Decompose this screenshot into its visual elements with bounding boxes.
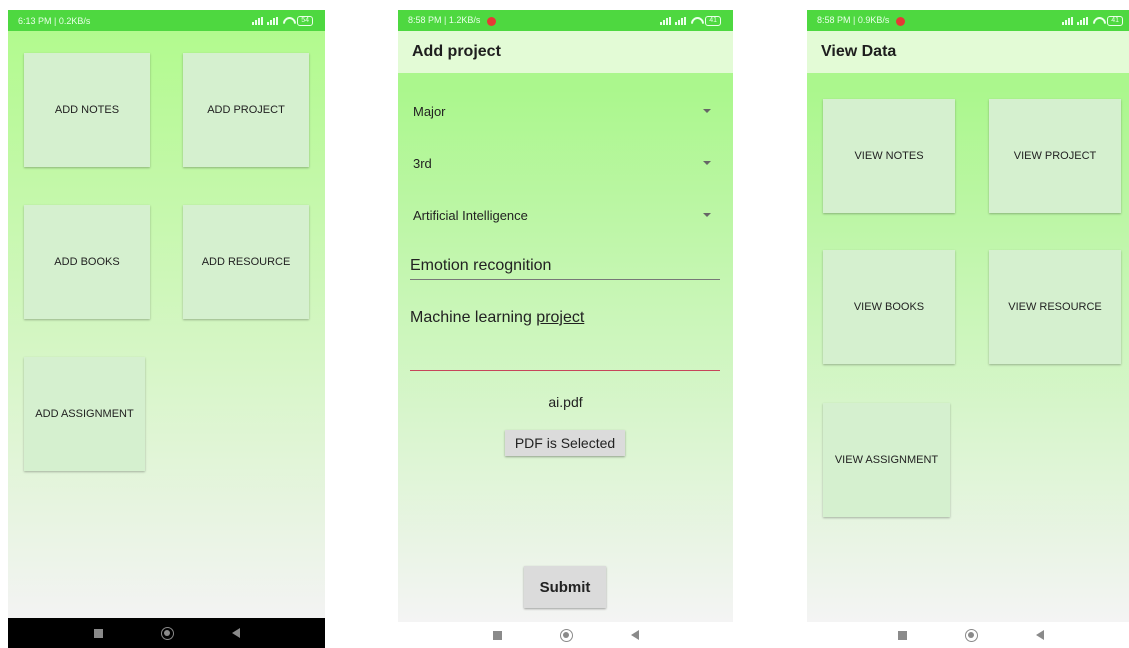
dropdown-caret-icon [703, 109, 711, 113]
add-menu-screen: ADD NOTES ADD PROJECT ADD BOOKS ADD RESO… [8, 31, 325, 618]
semester-dropdown[interactable]: 3rd [413, 152, 711, 174]
phone-add-project: 8:58 PM | 1.2KB/s 41 Add project Major 3… [398, 10, 733, 648]
add-notes-button[interactable]: ADD NOTES [24, 53, 150, 167]
signal-icon [660, 16, 672, 25]
select-pdf-button[interactable]: PDF is Selected [505, 430, 625, 456]
view-resource-button[interactable]: VIEW RESOURCE [989, 250, 1121, 364]
battery-icon: 54 [297, 15, 313, 26]
navigation-bar [398, 622, 733, 648]
status-bar: 8:58 PM | 0.9KB/s 41 [807, 10, 1129, 31]
page-title: View Data [807, 31, 1129, 73]
page-title: Add project [398, 31, 733, 73]
project-title-value: Emotion recognition [410, 257, 552, 274]
status-time: 6:13 PM | 0.2KB/s [18, 15, 91, 26]
wifi-icon [282, 17, 293, 25]
project-title-field[interactable]: Emotion recognition [410, 257, 720, 280]
battery-icon: 41 [705, 15, 721, 26]
nav-back-icon[interactable] [1036, 630, 1044, 640]
nav-back-icon[interactable] [231, 628, 240, 638]
status-time: 8:58 PM | 1.2KB/s [408, 15, 481, 26]
add-books-button[interactable]: ADD BOOKS [24, 205, 150, 319]
view-project-button[interactable]: VIEW PROJECT [989, 99, 1121, 213]
status-time: 8:58 PM | 0.9KB/s [817, 15, 890, 26]
add-assignment-button[interactable]: ADD ASSIGNMENT [24, 357, 145, 471]
nav-home-icon[interactable] [965, 628, 978, 642]
add-project-button[interactable]: ADD PROJECT [183, 53, 309, 167]
signal-icon [1062, 16, 1074, 25]
navigation-bar [8, 618, 325, 648]
description-text: Machine learning [410, 309, 537, 326]
selected-file-name: ai.pdf [548, 394, 583, 410]
nav-recents-icon[interactable] [93, 628, 103, 638]
nav-recents-icon[interactable] [492, 630, 502, 640]
view-notes-button[interactable]: VIEW NOTES [823, 99, 955, 213]
signal-icon [267, 16, 279, 25]
view-data-screen: View Data VIEW NOTES VIEW PROJECT VIEW B… [807, 31, 1129, 622]
add-resource-button[interactable]: ADD RESOURCE [183, 205, 309, 319]
nav-recents-icon[interactable] [898, 630, 907, 640]
view-books-button[interactable]: VIEW BOOKS [823, 250, 955, 364]
dropdown-caret-icon [703, 213, 711, 217]
description-underlined-word: project [536, 309, 585, 326]
nav-home-icon[interactable] [160, 626, 174, 640]
nav-back-icon[interactable] [630, 630, 639, 640]
status-bar: 6:13 PM | 0.2KB/s 54 [8, 10, 325, 31]
signal-icon [1077, 16, 1089, 25]
status-bar: 8:58 PM | 1.2KB/s 41 [398, 10, 733, 31]
dropdown-value: Major [413, 103, 446, 119]
phone-view-data: 8:58 PM | 0.9KB/s 41 View Data VIEW NOTE… [807, 10, 1129, 648]
record-icon [895, 16, 905, 26]
signal-icon [675, 16, 687, 25]
wifi-icon [1092, 17, 1103, 25]
type-dropdown[interactable]: Major [413, 100, 711, 122]
submit-button[interactable]: Submit [524, 566, 606, 608]
subject-dropdown[interactable]: Artificial Intelligence [413, 204, 711, 226]
battery-icon: 41 [1107, 15, 1123, 26]
record-icon [486, 16, 496, 26]
dropdown-caret-icon [703, 161, 711, 165]
view-assignment-button[interactable]: VIEW ASSIGNMENT [823, 403, 950, 517]
phone-add-menu: 6:13 PM | 0.2KB/s 54 ADD NOTES ADD PROJE… [8, 10, 325, 648]
navigation-bar [807, 622, 1129, 648]
wifi-icon [690, 17, 701, 25]
dropdown-value: 3rd [413, 155, 432, 171]
nav-home-icon[interactable] [559, 628, 573, 642]
dropdown-value: Artificial Intelligence [413, 207, 528, 223]
add-project-screen: Add project Major 3rd Artificial Intelli… [398, 31, 733, 622]
signal-icon [252, 16, 264, 25]
project-description-field[interactable]: Machine learning project [410, 309, 720, 371]
